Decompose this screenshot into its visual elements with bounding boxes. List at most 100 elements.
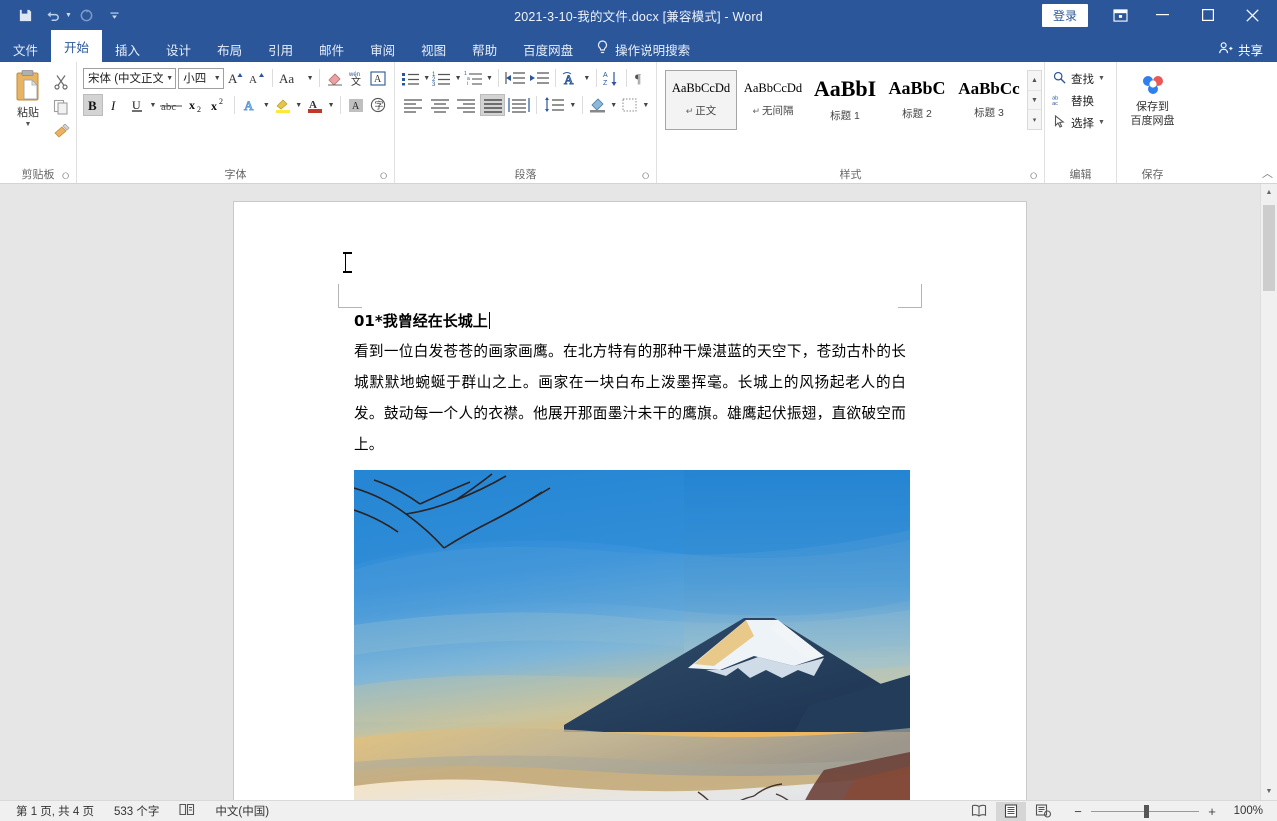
view-read-mode-button[interactable] <box>964 802 994 821</box>
tab-insert[interactable]: 插入 <box>102 36 153 62</box>
align-right-icon[interactable] <box>454 94 478 116</box>
font-color-caret[interactable]: ▼ <box>327 102 336 109</box>
bullets-icon[interactable] <box>401 67 421 89</box>
scroll-up-icon[interactable]: ▲ <box>1261 184 1277 201</box>
paragraph-dialog-launcher[interactable]: ⭘ <box>642 171 652 181</box>
zoom-out-button[interactable]: − <box>1072 804 1084 819</box>
scrollbar-track[interactable] <box>1261 201 1277 783</box>
multilevel-caret[interactable]: ▼ <box>486 75 493 82</box>
enclose-character-icon[interactable]: 字 <box>368 94 388 116</box>
tab-file[interactable]: 文件 <box>0 36 51 62</box>
word-count[interactable]: 533 个字 <box>104 803 169 819</box>
tab-mailings[interactable]: 邮件 <box>306 36 357 62</box>
cjk-layout-icon[interactable]: A <box>561 67 581 89</box>
highlight-color-icon[interactable] <box>273 94 293 116</box>
phonetic-guide-icon[interactable]: wén 文 <box>347 67 367 89</box>
page-indicator[interactable]: 第 1 页, 共 4 页 <box>6 803 104 819</box>
tab-layout[interactable]: 布局 <box>204 36 255 62</box>
numbering-caret[interactable]: ▼ <box>454 75 462 82</box>
copy-icon[interactable] <box>50 96 72 117</box>
bullets-caret[interactable]: ▼ <box>423 75 430 82</box>
distribute-icon[interactable] <box>507 94 531 116</box>
font-size-caret[interactable]: ▼ <box>211 75 221 82</box>
decrease-indent-icon[interactable] <box>504 67 526 89</box>
style-item-heading-1[interactable]: AaBbI 标题 1 <box>809 70 881 130</box>
font-color-icon[interactable]: A <box>305 94 325 116</box>
clipboard-dialog-launcher[interactable]: ⭘ <box>62 171 72 181</box>
tab-review[interactable]: 审阅 <box>357 36 408 62</box>
zoom-level[interactable]: 100% <box>1225 805 1263 817</box>
scrollbar-thumb[interactable] <box>1263 205 1275 291</box>
styles-more-icon[interactable]: ▾ <box>1028 109 1041 130</box>
character-border-icon[interactable]: A <box>368 67 388 89</box>
style-item-heading-3[interactable]: AaBbCc 标题 3 <box>953 70 1025 130</box>
undo-icon[interactable] <box>40 3 66 27</box>
maximize-button[interactable] <box>1185 0 1230 30</box>
highlight-caret[interactable]: ▼ <box>294 102 303 109</box>
grow-font-icon[interactable]: A <box>226 67 246 89</box>
styles-gallery-scroll[interactable]: ▲ ▼ ▾ <box>1027 70 1042 130</box>
paste-button[interactable]: 粘贴 ▼ <box>6 67 50 142</box>
style-item-heading-2[interactable]: AaBbC 标题 2 <box>881 70 953 130</box>
document-page[interactable]: 01*我曾经在长城上 看到一位白发苍苍的画家画鹰。在北方特有的那种干燥湛蓝的天空… <box>234 202 1026 800</box>
line-spacing-icon[interactable] <box>542 94 566 116</box>
document-area[interactable]: 01*我曾经在长城上 看到一位白发苍苍的画家画鹰。在北方特有的那种干燥湛蓝的天空… <box>0 184 1260 800</box>
cut-icon[interactable] <box>50 71 72 92</box>
subscript-button[interactable]: x2 <box>187 94 207 116</box>
text-effects-icon[interactable]: A <box>240 94 260 116</box>
superscript-button[interactable]: x2 <box>209 94 229 116</box>
styles-scroll-up-icon[interactable]: ▲ <box>1028 71 1041 90</box>
underline-caret[interactable]: ▼ <box>149 102 158 109</box>
undo-dropdown-caret[interactable]: ▼ <box>65 12 72 19</box>
tab-home[interactable]: 开始 <box>51 30 103 62</box>
share-button[interactable]: 共享 <box>1218 36 1277 62</box>
shading-caret[interactable]: ▼ <box>610 102 618 109</box>
clear-formatting-icon[interactable] <box>325 67 345 89</box>
tab-references[interactable]: 引用 <box>255 36 306 62</box>
style-item-normal[interactable]: AaBbCcDd ↵ 正文 <box>665 70 737 130</box>
sort-icon[interactable]: AZ <box>601 67 621 89</box>
scroll-down-icon[interactable]: ▼ <box>1261 783 1277 800</box>
proofing-icon[interactable] <box>169 803 205 819</box>
zoom-slider[interactable] <box>1091 804 1199 818</box>
change-case-icon[interactable]: Aa <box>278 67 304 89</box>
save-icon[interactable] <box>12 3 38 27</box>
vertical-scrollbar[interactable]: ▲ ▼ <box>1260 184 1277 800</box>
tab-help[interactable]: 帮助 <box>459 36 510 62</box>
close-button[interactable] <box>1230 0 1275 30</box>
document-body[interactable]: 01*我曾经在长城上 看到一位白发苍苍的画家画鹰。在北方特有的那种干燥湛蓝的天空… <box>354 310 910 800</box>
zoom-control[interactable]: − + 100% <box>1060 804 1271 819</box>
paste-dropdown-caret[interactable]: ▼ <box>25 121 32 128</box>
minimize-button[interactable] <box>1140 0 1185 30</box>
language-indicator[interactable]: 中文(中国) <box>205 803 279 819</box>
style-item-no-spacing[interactable]: AaBbCcDd ↵ 无间隔 <box>737 70 809 130</box>
select-button[interactable]: 选择 ▼ <box>1052 113 1105 132</box>
tab-view[interactable]: 视图 <box>408 36 459 62</box>
bold-button[interactable]: B <box>83 94 104 116</box>
line-spacing-caret[interactable]: ▼ <box>569 102 577 109</box>
tab-design[interactable]: 设计 <box>153 36 204 62</box>
character-shading-icon[interactable]: A <box>346 94 366 116</box>
change-case-caret[interactable]: ▼ <box>306 75 315 82</box>
sign-in-button[interactable]: 登录 <box>1041 3 1088 27</box>
replace-button[interactable]: ab ac 替换 <box>1052 91 1105 110</box>
find-caret[interactable]: ▼ <box>1098 75 1105 82</box>
save-to-baidu-button[interactable]: 保存到 百度网盘 <box>1119 67 1186 129</box>
font-name-combo[interactable]: 宋体 (中文正文 ▼ <box>83 67 177 89</box>
borders-icon[interactable] <box>620 94 640 116</box>
tab-baidu-netdisk[interactable]: 百度网盘 <box>510 36 586 62</box>
underline-button[interactable]: U <box>127 94 147 116</box>
font-size-combo[interactable]: 小四 ▼ <box>178 67 224 89</box>
numbering-icon[interactable]: 123 <box>432 67 452 89</box>
justify-button[interactable] <box>480 94 506 116</box>
view-web-layout-button[interactable] <box>1028 802 1058 821</box>
styles-dialog-launcher[interactable]: ⭘ <box>1030 171 1040 181</box>
document-image-mount-fuji[interactable] <box>354 469 910 801</box>
borders-caret[interactable]: ▼ <box>642 102 650 109</box>
strikethrough-button[interactable]: abc <box>159 94 185 116</box>
text-effects-caret[interactable]: ▼ <box>262 102 271 109</box>
shrink-font-icon[interactable]: A <box>247 67 267 89</box>
font-name-caret[interactable]: ▼ <box>163 75 173 82</box>
increase-indent-icon[interactable] <box>528 67 550 89</box>
ribbon-display-options-icon[interactable] <box>1100 0 1140 30</box>
